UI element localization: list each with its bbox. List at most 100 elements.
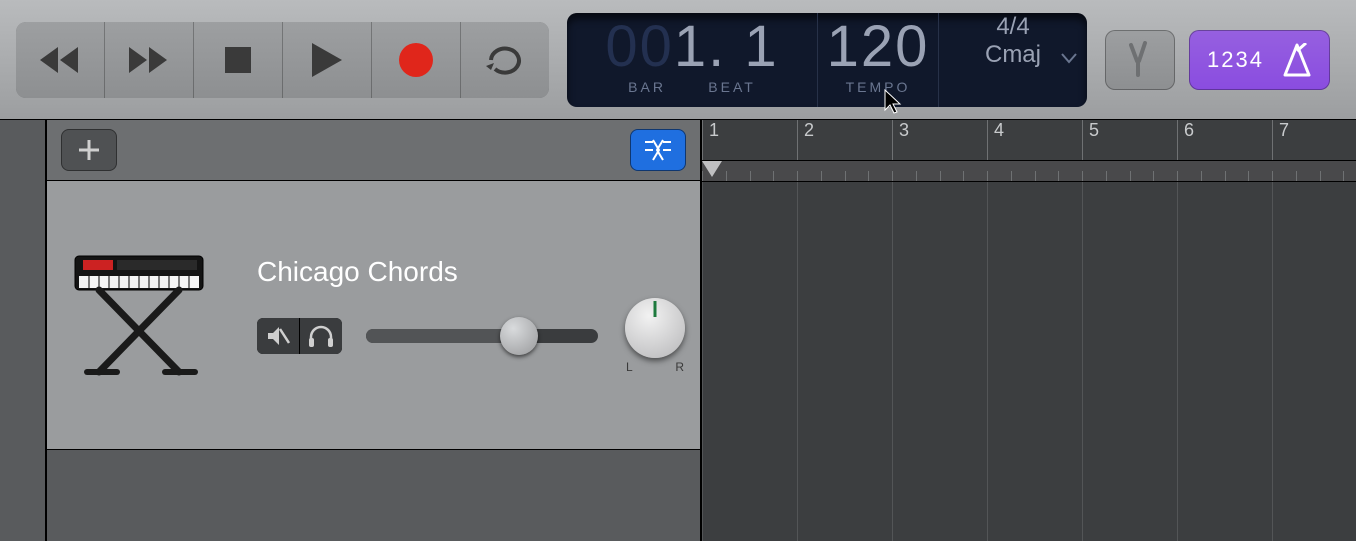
volume-knob[interactable]: [500, 317, 538, 355]
tempo-label: TEMPO: [818, 79, 938, 95]
ruler-mark: 1: [702, 120, 719, 160]
mute-solo-group: [257, 318, 342, 354]
ruler-mark: 6: [1177, 120, 1194, 160]
rewind-button[interactable]: [16, 22, 105, 98]
track-row[interactable]: Chicago Chords: [47, 181, 700, 450]
pan-knob[interactable]: [625, 298, 685, 358]
beat-tick: [1153, 171, 1154, 181]
position-display[interactable]: 001. 1 BAR BEAT: [567, 13, 817, 99]
beat-tick: [1106, 171, 1107, 181]
track-name: Chicago Chords: [257, 256, 688, 288]
volume-slider[interactable]: [366, 329, 598, 343]
beat-tick: [1082, 171, 1083, 181]
chevron-down-icon: [1061, 52, 1077, 64]
track-pane-empty: [47, 450, 700, 541]
time-signature: 4/4: [996, 13, 1029, 41]
main-area: Chicago Chords: [0, 120, 1356, 541]
ruler-mark: 5: [1082, 120, 1099, 160]
record-button[interactable]: [372, 22, 461, 98]
play-icon: [312, 43, 342, 77]
arrange-area: 1 2 3 4 5 6 7: [702, 120, 1356, 541]
tempo-value: 120: [818, 15, 938, 79]
beat-tick: [702, 171, 703, 181]
mute-button[interactable]: [257, 318, 299, 354]
ruler-mark: 2: [797, 120, 814, 160]
toolbar: 001. 1 BAR BEAT 120 TEMPO 4/4 Cmaj 1234: [0, 0, 1356, 120]
beat-tick: [1225, 171, 1226, 181]
bar-gridline: [987, 182, 988, 541]
count-in-button[interactable]: 1234: [1189, 30, 1330, 90]
record-icon: [399, 43, 433, 77]
stop-icon: [225, 47, 251, 73]
beat-tick: [821, 171, 822, 181]
ruler-mark: 3: [892, 120, 909, 160]
left-gutter: [0, 120, 47, 541]
beat-tick: [1272, 171, 1273, 181]
tuning-fork-icon: [1121, 41, 1159, 79]
count-in-label: 1234: [1207, 47, 1264, 73]
headphones-icon: [308, 324, 334, 348]
beat-tick: [868, 171, 869, 181]
metronome-icon: [1282, 43, 1312, 77]
beat-tick: [845, 171, 846, 181]
beat-label: BEAT: [708, 79, 756, 95]
instrument-keyboard-icon: [67, 250, 217, 380]
beat-tick: [1343, 171, 1344, 181]
beat-tick: [1130, 171, 1131, 181]
beat-tick: [1035, 171, 1036, 181]
track-header-bar: [47, 120, 700, 181]
beat-tick: [773, 171, 774, 181]
pan-left-label: L: [626, 360, 633, 374]
position-value: 1. 1: [674, 14, 779, 79]
cycle-button[interactable]: [461, 22, 549, 98]
track-filter-button[interactable]: [630, 129, 686, 171]
beat-tick: [1248, 171, 1249, 181]
beat-tick: [1011, 171, 1012, 181]
beat-tick: [726, 171, 727, 181]
track-lane[interactable]: [702, 182, 1356, 541]
pan-control[interactable]: L R: [622, 298, 688, 374]
beat-tick: [987, 171, 988, 181]
track-header-pane: Chicago Chords: [47, 120, 702, 541]
beat-tick: [1201, 171, 1202, 181]
beat-tick: [892, 171, 893, 181]
lcd-display: 001. 1 BAR BEAT 120 TEMPO 4/4 Cmaj: [567, 13, 1087, 107]
bar-gridline: [1082, 182, 1083, 541]
beat-tick: [916, 171, 917, 181]
mute-icon: [266, 325, 290, 347]
rewind-icon: [40, 47, 80, 73]
playhead-icon: [702, 161, 722, 181]
playhead[interactable]: [702, 161, 722, 181]
beat-tick: [797, 171, 798, 181]
horizontal-filter-icon: [641, 139, 675, 161]
bar-gridline: [1177, 182, 1178, 541]
solo-button[interactable]: [299, 318, 342, 354]
tuner-button[interactable]: [1105, 30, 1175, 90]
beat-tick: [1296, 171, 1297, 181]
beat-tick: [1320, 171, 1321, 181]
beat-tick: [1177, 171, 1178, 181]
fastforward-button[interactable]: [105, 22, 194, 98]
lcd-menu-button[interactable]: [1061, 51, 1077, 69]
bar-gridline: [892, 182, 893, 541]
stop-button[interactable]: [194, 22, 283, 98]
transport-controls: [16, 22, 549, 98]
add-track-button[interactable]: [61, 129, 117, 171]
beat-tick: [963, 171, 964, 181]
position-faded: 00: [605, 14, 674, 79]
cycle-icon: [485, 43, 525, 77]
ruler-mark: 7: [1272, 120, 1289, 160]
play-ruler[interactable]: [702, 161, 1356, 182]
bar-gridline: [1272, 182, 1273, 541]
bar-gridline: [702, 182, 703, 541]
bar-ruler[interactable]: 1 2 3 4 5 6 7: [702, 120, 1356, 161]
beat-tick: [1058, 171, 1059, 181]
key-value: Cmaj: [985, 41, 1041, 69]
play-button[interactable]: [283, 22, 372, 98]
ruler-mark: 4: [987, 120, 1004, 160]
plus-icon: [77, 138, 101, 162]
fastforward-icon: [129, 47, 169, 73]
pan-right-label: R: [675, 360, 684, 374]
bar-gridline: [797, 182, 798, 541]
tempo-display[interactable]: 120 TEMPO: [818, 13, 938, 95]
